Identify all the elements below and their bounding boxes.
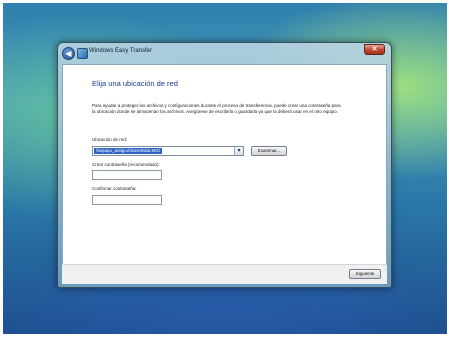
chevron-down-icon[interactable]: ▾ xyxy=(234,147,243,155)
windows-easy-transfer-icon xyxy=(77,48,88,59)
page-title: Elija una ubicación de red xyxy=(92,79,178,88)
confirm-password-label: Confirmar contraseña: xyxy=(92,186,137,191)
next-button[interactable]: Siguiente xyxy=(349,269,381,279)
title-bar: ◀ Windows Easy Transfer ✕ xyxy=(58,43,391,64)
create-password-field[interactable] xyxy=(92,170,162,180)
confirm-password-field[interactable] xyxy=(92,195,162,205)
instructions-text: Para ayudar a proteger los archivos y co… xyxy=(92,103,341,114)
window-title: Windows Easy Transfer xyxy=(89,48,153,54)
wizard-footer: Siguiente xyxy=(62,264,387,284)
easy-transfer-window: ◀ Windows Easy Transfer ✕ Elija una ubic… xyxy=(57,42,392,288)
browse-button[interactable]: Examinar... xyxy=(251,146,287,156)
network-location-value[interactable]: \\equipo_antiguo\SaveData.MIG xyxy=(94,148,163,154)
network-location-combobox[interactable]: \\equipo_antiguo\SaveData.MIG ▾ xyxy=(92,146,244,156)
back-arrow-icon[interactable]: ◀ xyxy=(62,47,75,60)
wizard-content: Elija una ubicación de red Para ayudar a… xyxy=(62,64,387,265)
close-icon[interactable]: ✕ xyxy=(364,44,385,55)
network-location-label: Ubicación de red: xyxy=(92,137,128,142)
create-password-label: Crear contraseña (recomendado): xyxy=(92,162,160,167)
